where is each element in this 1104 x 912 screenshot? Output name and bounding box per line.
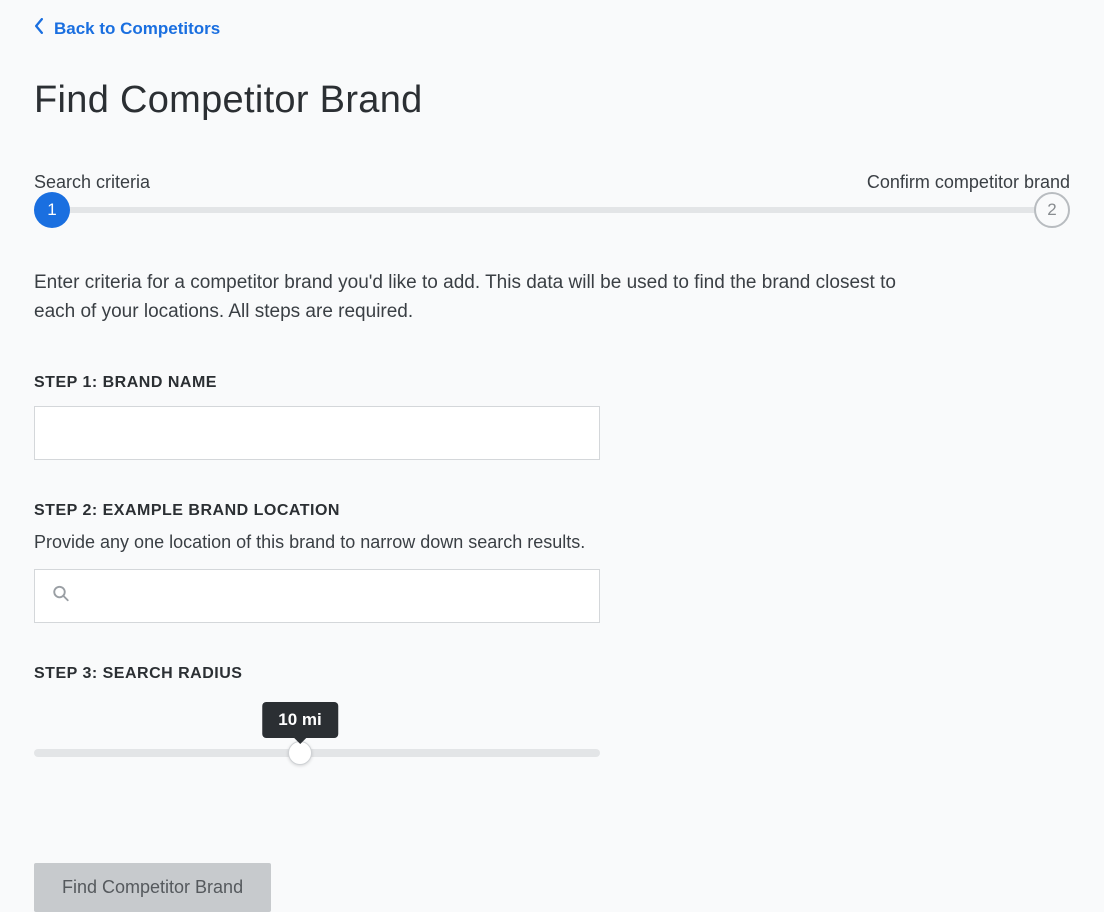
find-competitor-brand-button[interactable]: Find Competitor Brand xyxy=(34,863,271,912)
radius-tooltip: 10 mi xyxy=(262,702,337,738)
chevron-left-icon xyxy=(34,18,44,39)
radius-slider-thumb[interactable]: 10 mi xyxy=(288,741,312,765)
back-link-label: Back to Competitors xyxy=(54,19,220,39)
step-3-heading: STEP 3: SEARCH RADIUS xyxy=(34,665,1070,683)
radius-slider-track[interactable]: 10 mi xyxy=(34,749,600,757)
stepper-track: 1 2 xyxy=(52,207,1052,213)
step-2-subtext: Provide any one location of this brand t… xyxy=(34,532,1070,553)
step-2-heading: STEP 2: EXAMPLE BRAND LOCATION xyxy=(34,502,1070,520)
step-circle-1: 1 xyxy=(34,192,70,228)
step-3-block: STEP 3: SEARCH RADIUS 10 mi xyxy=(34,665,1070,757)
stepper-label-2: Confirm competitor brand xyxy=(867,172,1070,193)
stepper-label-1: Search criteria xyxy=(34,172,150,193)
step-circle-2: 2 xyxy=(1034,192,1070,228)
step-1-block: STEP 1: BRAND NAME xyxy=(34,374,1070,460)
step-2-block: STEP 2: EXAMPLE BRAND LOCATION Provide a… xyxy=(34,502,1070,623)
brand-name-input[interactable] xyxy=(34,406,600,460)
step-1-heading: STEP 1: BRAND NAME xyxy=(34,374,1070,392)
progress-stepper: Search criteria Confirm competitor brand… xyxy=(34,172,1070,213)
search-icon xyxy=(52,585,70,608)
back-to-competitors-link[interactable]: Back to Competitors xyxy=(34,18,220,39)
page-title: Find Competitor Brand xyxy=(34,79,1070,122)
instructions-text: Enter criteria for a competitor brand yo… xyxy=(34,269,904,326)
brand-location-input[interactable] xyxy=(34,569,600,623)
